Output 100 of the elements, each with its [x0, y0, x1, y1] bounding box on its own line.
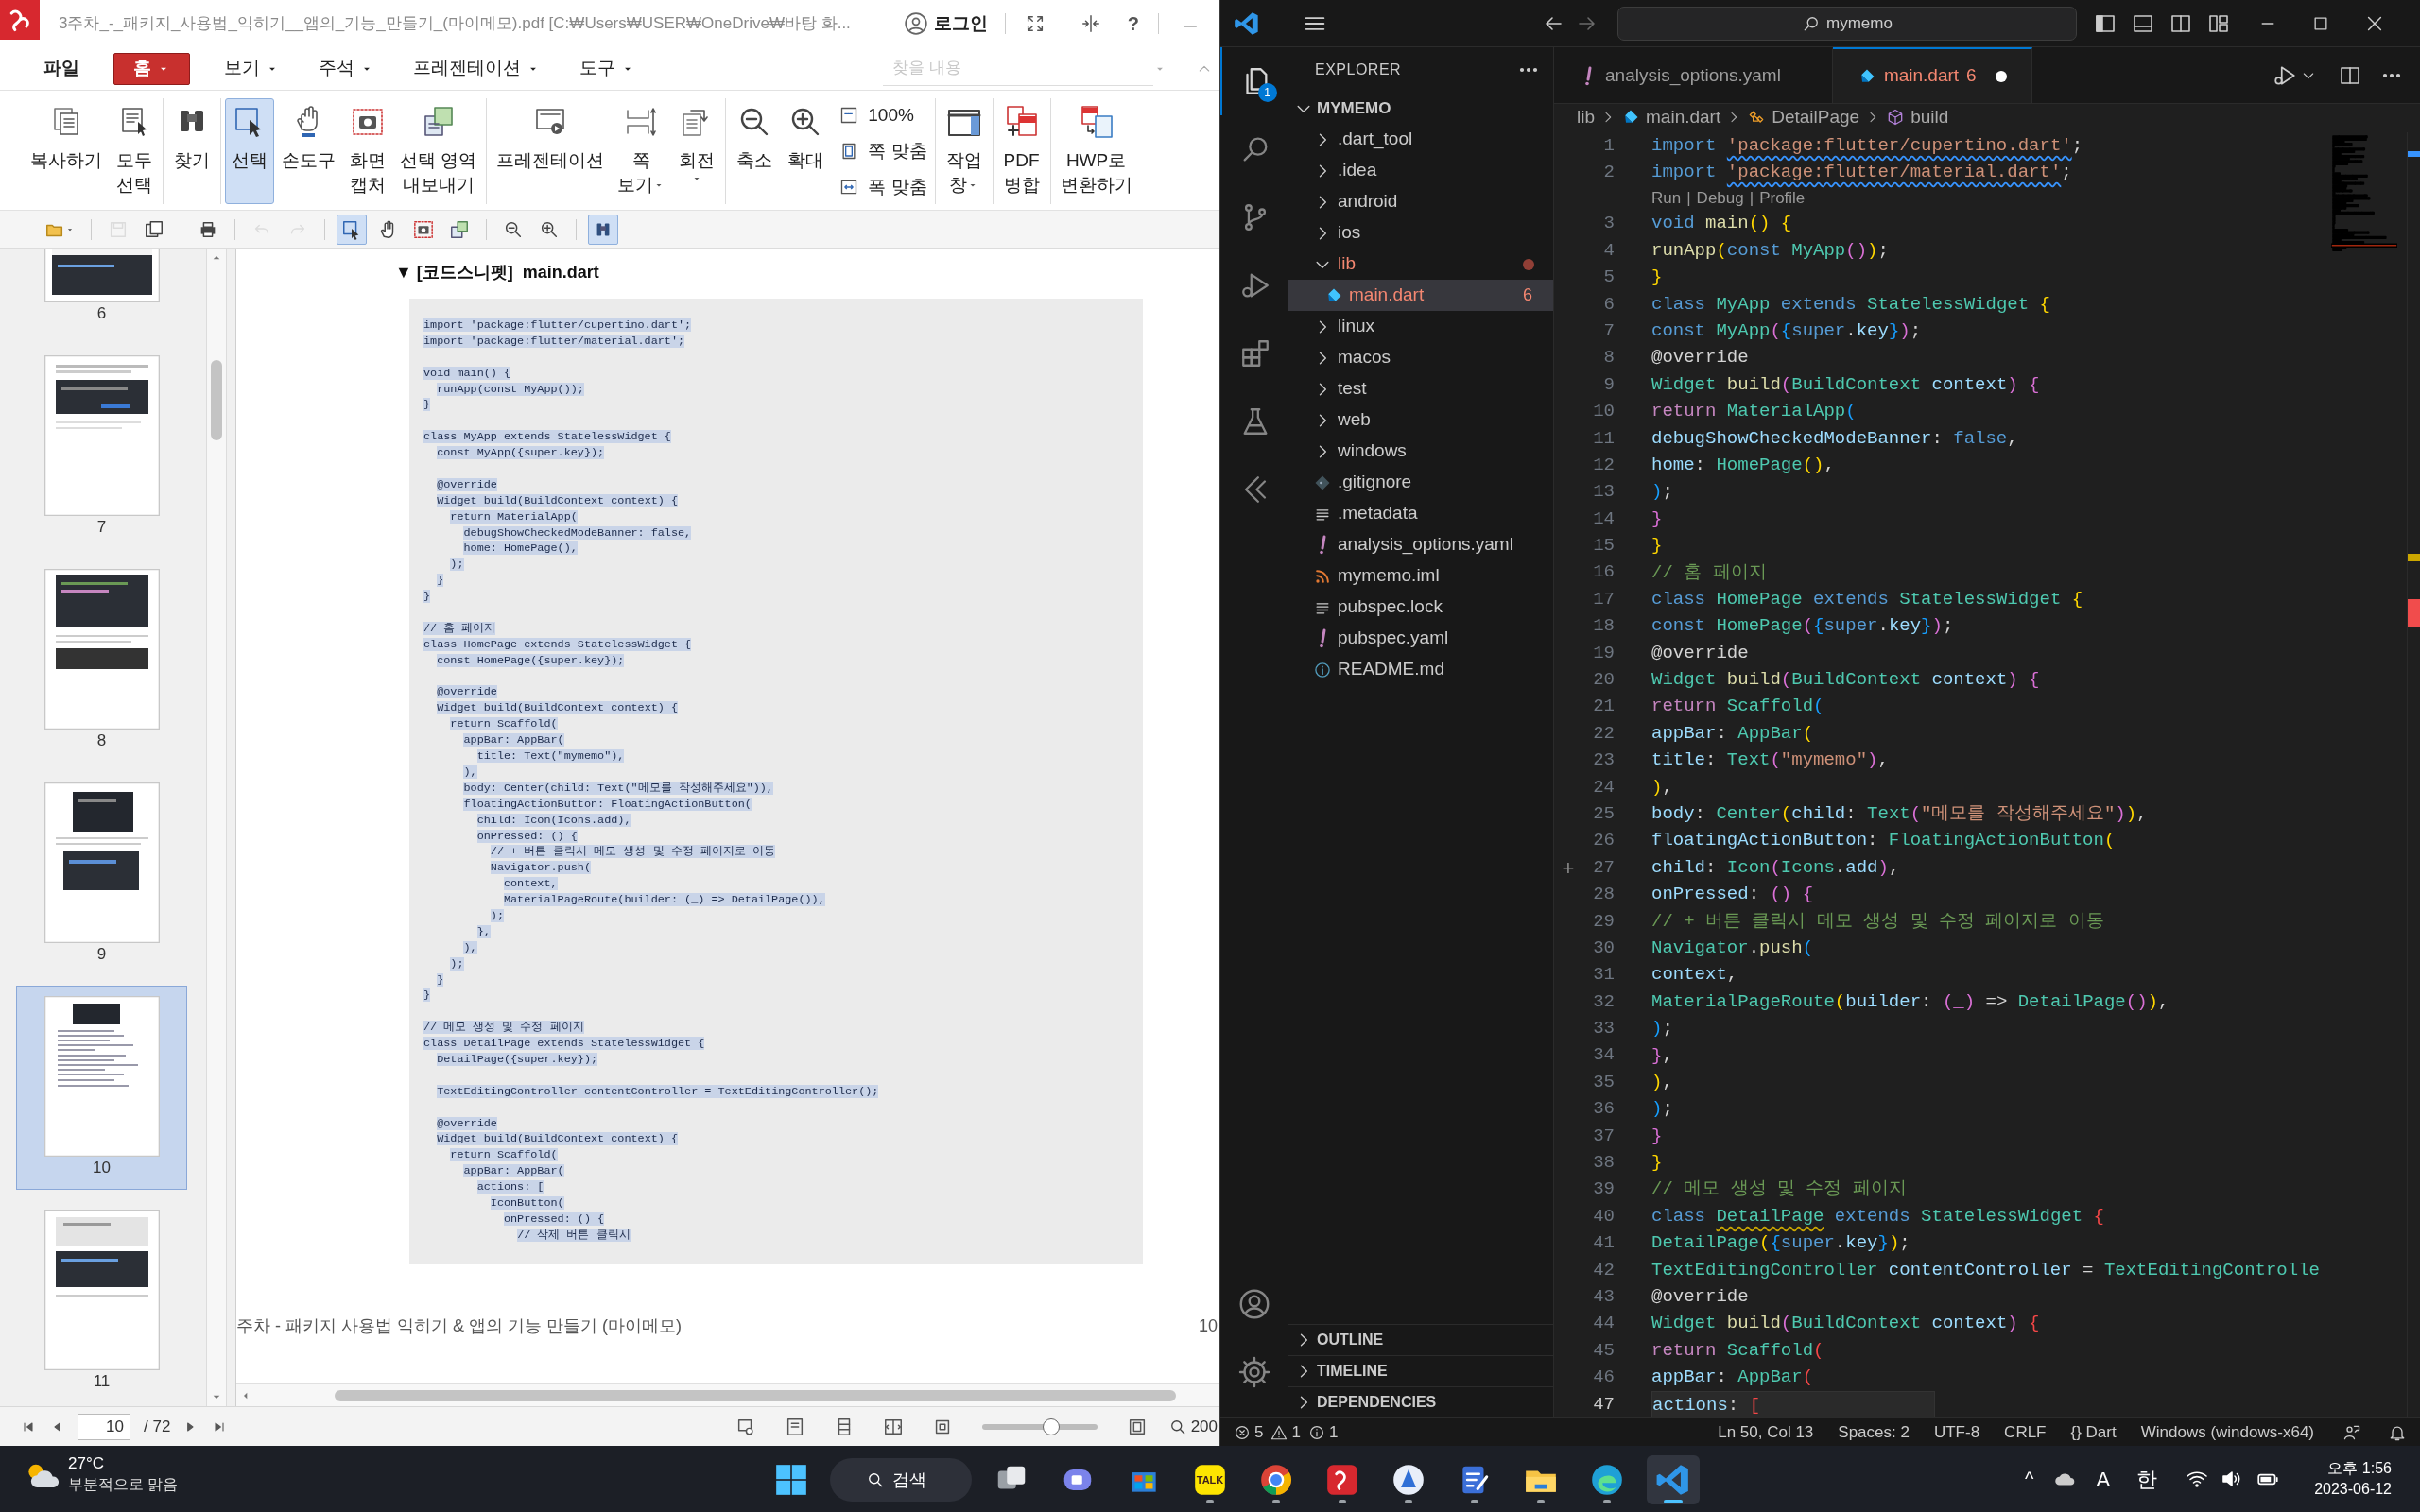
tree-item[interactable]: test: [1288, 373, 1553, 404]
start-icon[interactable]: [773, 1462, 809, 1498]
ribbon-button[interactable]: 확대: [781, 98, 831, 204]
status-item[interactable]: Ln 50, Col 13: [1718, 1419, 1814, 1445]
menu-tab[interactable]: 보기: [218, 52, 285, 85]
user-icon: [903, 11, 928, 36]
zoom-option[interactable]: 쪽 맞춤: [836, 136, 931, 166]
status-item[interactable]: Spaces: 2: [1838, 1419, 1910, 1445]
codelens-link[interactable]: Run: [1651, 185, 1682, 211]
panel-header[interactable]: OUTLINE: [1288, 1324, 1553, 1355]
scroll-marker: [2408, 599, 2420, 627]
codelens-link[interactable]: Debug: [1696, 185, 1744, 211]
breadcrumb-item[interactable]: main.dart: [1621, 103, 1721, 131]
menu-tab[interactable]: 파일: [38, 52, 85, 85]
ribbon-button[interactable]: 화면 캡처: [343, 98, 392, 204]
app-label: TALK: [1196, 1472, 1224, 1487]
panel-header[interactable]: TIMELINE: [1288, 1355, 1553, 1386]
scrollbar[interactable]: [236, 1383, 1219, 1406]
status-item[interactable]: Windows (windows-x64): [2140, 1419, 2314, 1445]
split-view-icon[interactable]: [1080, 13, 1101, 34]
menu-tab[interactable]: 주석: [313, 52, 379, 85]
page-thumbnail[interactable]: [43, 355, 160, 516]
tree-item[interactable]: .idea: [1288, 155, 1553, 186]
tree-item[interactable]: .metadata: [1288, 498, 1553, 529]
thumbnail-item[interactable]: 9: [16, 772, 187, 976]
tree-item[interactable]: .gitignore: [1288, 467, 1553, 498]
editor-tab[interactable]: main.dart 6: [1832, 47, 2032, 103]
ribbon-button[interactable]: 선택: [225, 98, 274, 204]
camera-icon: [413, 218, 434, 240]
tree-item[interactable]: MYMEMO: [1288, 93, 1553, 124]
input-language-indicator[interactable]: 한: [2136, 1463, 2158, 1495]
page-input[interactable]: 10: [78, 1413, 130, 1440]
search-box[interactable]: 검색: [830, 1458, 972, 1502]
add-comment-button[interactable]: +: [1562, 851, 1575, 884]
tree-item[interactable]: README.md: [1288, 654, 1553, 685]
page-thumbnail[interactable]: [43, 996, 160, 1157]
tree-item[interactable]: pubspec.lock: [1288, 592, 1553, 623]
scrollbar[interactable]: [206, 249, 227, 1406]
tree-item[interactable]: analysis_options.yaml: [1288, 529, 1553, 560]
zoom-option[interactable]: 100%: [836, 100, 931, 130]
breadcrumb-item[interactable]: build: [1886, 103, 1949, 131]
clock-time[interactable]: 오후 1:56: [2327, 1458, 2392, 1479]
status-item[interactable]: UTF-8: [1933, 1419, 1980, 1445]
status-item[interactable]: {} Dart: [2070, 1419, 2117, 1445]
login-link[interactable]: 로그인: [933, 9, 988, 38]
actual-size-icon: [839, 106, 859, 125]
ribbon-button[interactable]: PDF 병합: [996, 98, 1046, 204]
ribbon-button[interactable]: 손도구: [276, 98, 341, 204]
scroll-thumb[interactable]: [211, 360, 222, 440]
settings-icon[interactable]: [1236, 1355, 1271, 1389]
toolbar-button[interactable]: [337, 214, 367, 245]
zoom-option[interactable]: 폭 맞춤: [836, 172, 931, 202]
ribbon-button[interactable]: 복사하기: [25, 98, 108, 204]
toolbar-button[interactable]: [588, 214, 618, 245]
thumbnail-item[interactable]: 10: [16, 986, 187, 1190]
tree-item[interactable]: pubspec.yaml: [1288, 623, 1553, 654]
tree-item[interactable]: linux: [1288, 311, 1553, 342]
ribbon-button[interactable]: 프레젠테이션: [491, 98, 611, 204]
ribbon-button[interactable]: 작업 창: [939, 98, 989, 204]
taskbar-button[interactable]: [1647, 1455, 1700, 1504]
menu-tab[interactable]: 프레젠테이션: [407, 52, 545, 85]
thumbnail-item[interactable]: 11: [16, 1199, 187, 1403]
ribbon-button[interactable]: 모두 선택: [110, 98, 159, 204]
codelens-link[interactable]: Profile: [1759, 185, 1806, 211]
overflow-button[interactable]: ^: [2025, 1465, 2034, 1493]
thumbnail-item[interactable]: 6: [16, 249, 187, 335]
tree-item[interactable]: macos: [1288, 342, 1553, 373]
ribbon-button[interactable]: 쪽 보기: [612, 98, 671, 204]
tree-item[interactable]: web: [1288, 404, 1553, 436]
breadcrumb-item[interactable]: DetailPage: [1747, 103, 1860, 131]
code-line: // + 버튼 클릭시 메모 생성 및 수정 페이지로 이동: [1651, 909, 2104, 934]
input-mode-indicator[interactable]: A: [2096, 1463, 2111, 1495]
page-thumbnail[interactable]: [43, 1210, 160, 1370]
thumbnail-item[interactable]: 7: [16, 345, 187, 549]
page-thumbnail[interactable]: [43, 569, 160, 730]
help-button[interactable]: ?: [1127, 9, 1139, 38]
thumbnail-item[interactable]: 8: [16, 558, 187, 763]
page-thumbnail[interactable]: [43, 782, 160, 943]
ribbon-button[interactable]: 축소: [730, 98, 780, 204]
command-center[interactable]: mymemo: [1617, 6, 2077, 41]
ribbon-button[interactable]: 회전: [672, 98, 722, 204]
ribbon-button[interactable]: HWP로 변환하기: [1054, 98, 1138, 204]
menu-tab[interactable]: 도구: [574, 52, 640, 85]
export-icon: [449, 218, 470, 240]
clock-date[interactable]: 2023-06-12: [2314, 1479, 2392, 1500]
problems-button[interactable]: 5 1 1: [1234, 1419, 1339, 1445]
tree-item[interactable]: android: [1288, 186, 1553, 217]
tree-item[interactable]: mymemo.iml: [1288, 560, 1553, 592]
ribbon-button[interactable]: 찾기: [167, 98, 216, 204]
tree-item[interactable]: ios: [1288, 217, 1553, 249]
tree-item[interactable]: main.dart 6: [1288, 280, 1553, 311]
menu-tab[interactable]: 홈: [113, 52, 190, 85]
ribbon-button[interactable]: 선택 영역 내보내기: [394, 98, 483, 204]
tree-item[interactable]: windows: [1288, 436, 1553, 467]
tree-item[interactable]: .dart_tool: [1288, 124, 1553, 155]
status-item[interactable]: CRLF: [2004, 1419, 2047, 1445]
tree-item[interactable]: lib: [1288, 249, 1553, 280]
scroll-thumb[interactable]: [335, 1389, 1176, 1401]
breadcrumb-item[interactable]: lib: [1577, 103, 1595, 131]
taskbar-button[interactable]: TALK: [1184, 1455, 1236, 1504]
